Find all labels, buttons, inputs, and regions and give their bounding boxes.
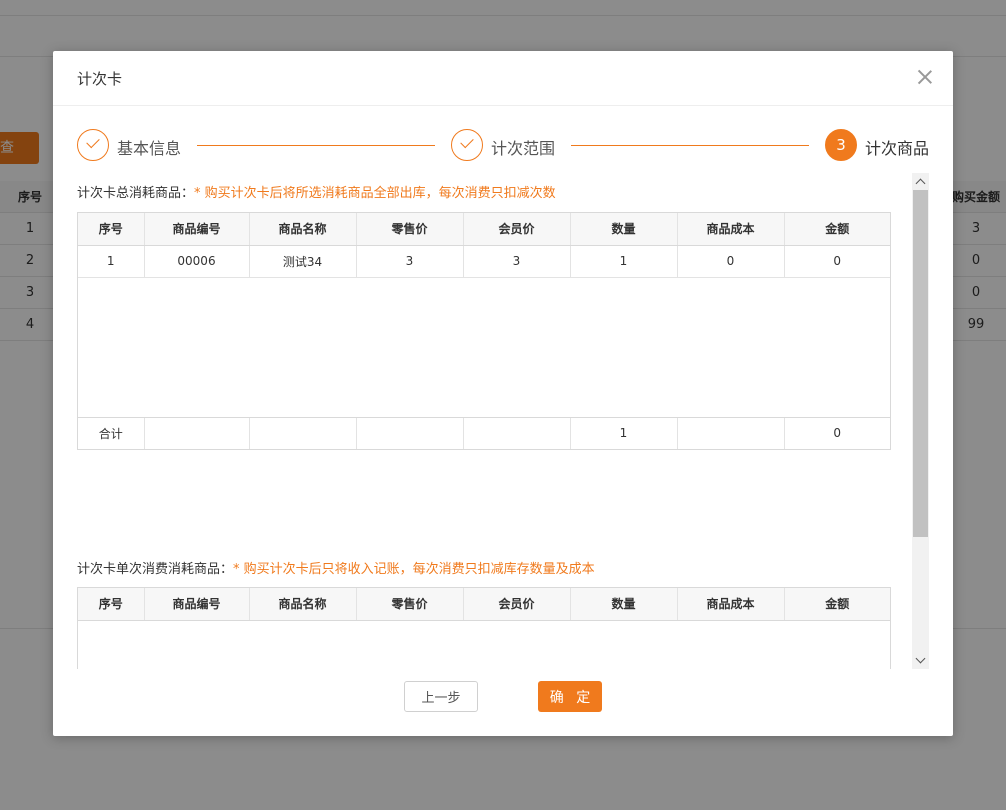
scroll-down-arrow-icon[interactable] — [912, 652, 929, 669]
table-header-row: 序号 商品编号 商品名称 零售价 会员价 数量 商品成本 金额 — [78, 588, 890, 621]
column-header: 金额 — [784, 213, 890, 246]
step-3-label: 计次商品 — [865, 139, 930, 158]
table-cell: 00006 — [144, 245, 250, 278]
table-header-row: 序号 商品编号 商品名称 零售价 会员价 数量 商品成本 金额 — [78, 213, 890, 246]
table-cell: 0 — [677, 245, 785, 278]
vertical-scrollbar[interactable] — [912, 173, 929, 669]
total-cell: 0 — [833, 426, 842, 441]
table-cell: 1 — [570, 245, 678, 278]
table-cell: 1 — [78, 245, 145, 278]
step-2-label: 计次范围 — [491, 139, 556, 158]
step-1-label: 基本信息 — [117, 139, 182, 158]
dialog-title: 计次卡 — [77, 70, 123, 88]
section-title-text: 计次卡总消耗商品： — [77, 186, 195, 201]
total-cell — [463, 417, 571, 449]
column-header: 金额 — [784, 588, 890, 621]
dialog-scroll-content[interactable]: 计次卡总消耗商品：* 购买计次卡后将所选消耗商品全部出库，每次消费只扣减次数 序… — [77, 173, 929, 669]
total-cell — [144, 417, 250, 449]
step-2-check-icon — [451, 129, 483, 161]
table-total-row: 合计 1 0 — [78, 417, 890, 449]
previous-step-button[interactable]: 上一步 — [404, 681, 478, 712]
section-single-consumption-title: 计次卡单次消费消耗商品：* 购买计次卡后只将收入记账，每次消费只扣减库存数量及成… — [77, 558, 595, 577]
count-card-dialog: 计次卡 基本信息 计次范围 3 计次商品 计次卡总消耗商品：* 购买计次卡后将所… — [53, 51, 953, 736]
total-cell: 合计 — [78, 417, 145, 449]
section-hint: * 购买计次卡后将所选消耗商品全部出库，每次消费只扣减次数 — [194, 186, 556, 201]
table-cell: 3 — [463, 245, 571, 278]
column-header: 零售价 — [356, 588, 464, 621]
step-3-number: 3 — [825, 129, 857, 161]
total-cell — [356, 417, 464, 449]
table-empty-area — [78, 620, 890, 669]
total-cell — [249, 417, 357, 449]
step-connector — [571, 145, 809, 146]
table-cell: 3 — [356, 245, 464, 278]
total-cell: 1 — [570, 417, 678, 449]
scrollbar-thumb[interactable] — [913, 190, 928, 537]
table-cell: 0 — [784, 245, 890, 278]
step-1-check-icon — [77, 129, 109, 161]
confirm-button[interactable]: 确 定 — [538, 681, 602, 712]
single-consumption-table: 序号 商品编号 商品名称 零售价 会员价 数量 商品成本 金额 — [77, 587, 891, 669]
table-empty-state — [78, 620, 890, 669]
column-header: 序号 — [78, 213, 145, 246]
section-total-consumption-title: 计次卡总消耗商品：* 购买计次卡后将所选消耗商品全部出库，每次消费只扣减次数 — [77, 182, 556, 201]
close-icon[interactable] — [917, 69, 933, 85]
column-header: 商品成本 — [677, 588, 785, 621]
column-header: 会员价 — [463, 213, 571, 246]
table-empty-area — [78, 277, 890, 418]
step-connector — [197, 145, 435, 146]
column-header: 商品名称 — [249, 213, 357, 246]
table-row[interactable]: 1 00006 测试34 3 3 1 0 0 — [78, 245, 890, 278]
column-header: 会员价 — [463, 588, 571, 621]
table-cell: 测试34 — [249, 245, 357, 278]
column-header: 商品名称 — [249, 588, 357, 621]
total-cell — [677, 417, 785, 449]
column-header: 零售价 — [356, 213, 464, 246]
column-header: 数量 — [570, 588, 678, 621]
column-header: 商品成本 — [677, 213, 785, 246]
table-empty-space — [78, 277, 890, 418]
scroll-up-arrow-icon[interactable] — [912, 173, 929, 190]
column-header: 序号 — [78, 588, 145, 621]
column-header: 商品编号 — [144, 588, 250, 621]
dialog-header: 计次卡 — [53, 51, 953, 106]
column-header: 数量 — [570, 213, 678, 246]
section-hint: * 购买计次卡后只将收入记账，每次消费只扣减库存数量及成本 — [233, 562, 595, 577]
section-title-text: 计次卡单次消费消耗商品： — [77, 562, 234, 577]
column-header: 商品编号 — [144, 213, 250, 246]
step-indicator: 基本信息 计次范围 3 计次商品 — [77, 129, 929, 163]
total-consumption-table: 序号 商品编号 商品名称 零售价 会员价 数量 商品成本 金额 1 00006 — [77, 212, 891, 450]
